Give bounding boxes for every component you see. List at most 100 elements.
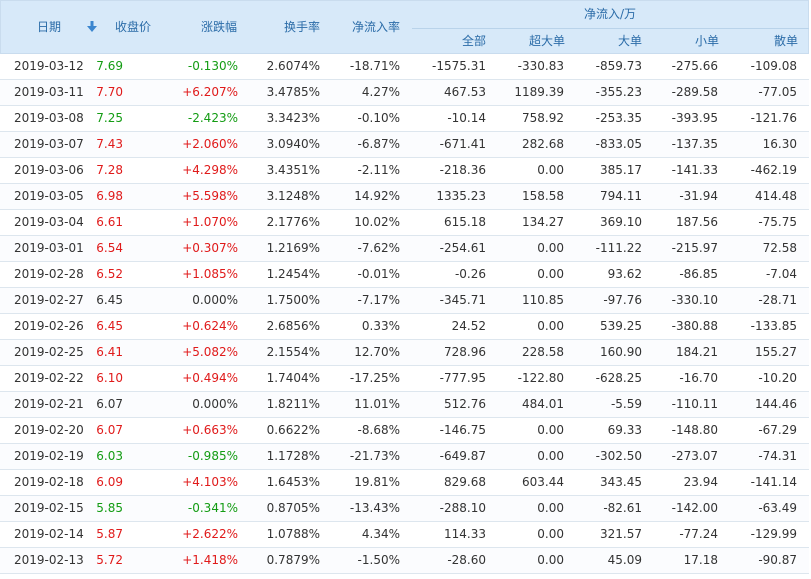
net-xl-cell: 228.58 <box>522 345 564 359</box>
net-l-cell: -82.61 <box>603 501 642 515</box>
table-row[interactable]: 2019-03-04 6.61 +1.070% 2.1776% 10.02% 615.18… <box>0 210 809 236</box>
net-r-cell: -462.19 <box>750 163 797 177</box>
table-row[interactable]: 2019-02-19 6.03 -0.985% 1.1728% -21.73% -649.… <box>0 444 809 470</box>
table-row[interactable]: 2019-02-14 5.87 +2.622% 1.0788% 4.34% 114.33 0… <box>0 522 809 548</box>
change-cell: +0.307% <box>182 241 238 255</box>
net-s-cell: -275.66 <box>671 59 718 73</box>
table-row[interactable]: 2019-02-28 6.52 +1.085% 1.2454% -0.01% -0.26 0… <box>0 262 809 288</box>
arrow-down-icon[interactable] <box>87 21 97 33</box>
date-cell: 2019-02-21 <box>14 397 84 411</box>
turnover-cell: 1.2454% <box>266 267 320 281</box>
col-all-header[interactable]: 全部 <box>462 34 486 48</box>
table-row[interactable]: 2019-02-25 6.41 +5.082% 2.1554% 12.70% 728.96… <box>0 340 809 366</box>
table-row[interactable]: 2019-03-07 7.43 +2.060% 3.0940% -6.87% -671.4… <box>0 132 809 158</box>
net-xl-cell: 0.00 <box>537 449 564 463</box>
close-cell: 7.70 <box>96 85 123 99</box>
net-s-cell: -330.10 <box>671 293 718 307</box>
net-l-cell: -5.59 <box>610 397 642 411</box>
net-r-cell: 414.48 <box>755 189 797 203</box>
close-cell: 6.61 <box>96 215 123 229</box>
net-rate-cell: 4.34% <box>361 527 400 541</box>
close-cell: 5.72 <box>96 553 123 567</box>
col-turnover-header[interactable]: 换手率 <box>284 20 320 34</box>
table-row[interactable]: 2019-02-18 6.09 +4.103% 1.6453% 19.81% 829.68… <box>0 470 809 496</box>
col-change-header[interactable]: 涨跌幅 <box>201 20 237 34</box>
close-cell: 7.43 <box>96 137 123 151</box>
net-r-cell: -129.99 <box>750 527 797 541</box>
col-r-header[interactable]: 散单 <box>774 34 798 48</box>
table-row[interactable]: 2019-02-20 6.07 +0.663% 0.6622% -8.68% -146.7… <box>0 418 809 444</box>
net-r-cell: -10.20 <box>758 371 797 385</box>
turnover-cell: 3.4785% <box>266 85 320 99</box>
net-rate-cell: -2.11% <box>357 163 400 177</box>
turnover-cell: 3.3423% <box>266 111 320 125</box>
change-cell: +1.070% <box>182 215 238 229</box>
turnover-cell: 2.1554% <box>266 345 320 359</box>
net-s-cell: -148.80 <box>671 423 718 437</box>
table-row[interactable]: 2019-02-21 6.07 0.000% 1.8211% 11.01% 512.76 4… <box>0 392 809 418</box>
col-close-header[interactable]: 收盘价 <box>115 20 151 34</box>
date-cell: 2019-03-06 <box>14 163 84 177</box>
table-row[interactable]: 2019-02-13 5.72 +1.418% 0.7879% -1.50% -28.60… <box>0 548 809 574</box>
net-all-cell: 467.53 <box>444 85 486 99</box>
net-r-cell: 72.58 <box>762 241 797 255</box>
net-xl-cell: 282.68 <box>522 137 564 151</box>
net-s-cell: -77.24 <box>679 527 718 541</box>
net-rate-cell: 14.92% <box>354 189 400 203</box>
date-cell: 2019-02-28 <box>14 267 84 281</box>
net-xl-cell: -330.83 <box>517 59 564 73</box>
col-date-header[interactable]: 日期 <box>37 20 61 34</box>
change-cell: +0.624% <box>182 319 238 333</box>
net-xl-cell: 0.00 <box>537 501 564 515</box>
net-l-cell: -97.76 <box>603 293 642 307</box>
net-r-cell: -28.71 <box>758 293 797 307</box>
table-row[interactable]: 2019-03-11 7.70 +6.207% 3.4785% 4.27% 467.53 1… <box>0 80 809 106</box>
table-row[interactable]: 2019-03-05 6.98 +5.598% 3.1248% 14.92% 1335.2… <box>0 184 809 210</box>
net-rate-cell: 0.33% <box>361 319 400 333</box>
col-net-rate-header[interactable]: 净流入率 <box>352 20 400 34</box>
net-s-cell: -86.85 <box>679 267 718 281</box>
col-l-header[interactable]: 大单 <box>618 34 642 48</box>
turnover-cell: 1.6453% <box>266 475 320 489</box>
table-row[interactable]: 2019-03-06 7.28 +4.298% 3.4351% -2.11% -218.3… <box>0 158 809 184</box>
net-r-cell: -74.31 <box>758 449 797 463</box>
table-row[interactable]: 2019-03-12 7.69 -0.130% 2.6074% -18.71% -1575… <box>0 54 809 80</box>
table-row[interactable]: 2019-03-01 6.54 +0.307% 1.2169% -7.62% -254.6… <box>0 236 809 262</box>
net-r-cell: -75.75 <box>758 215 797 229</box>
table-row[interactable]: 2019-02-26 6.45 +0.624% 2.6856% 0.33% 24.52 0.… <box>0 314 809 340</box>
date-cell: 2019-02-19 <box>14 449 84 463</box>
change-cell: +4.103% <box>182 475 238 489</box>
net-all-cell: -671.41 <box>439 137 486 151</box>
change-cell: 0.000% <box>192 293 238 307</box>
table-row[interactable]: 2019-03-08 7.25 -2.423% 3.3423% -0.10% -10.14… <box>0 106 809 132</box>
net-l-cell: 93.62 <box>607 267 642 281</box>
net-r-cell: 155.27 <box>755 345 797 359</box>
change-cell: +5.598% <box>182 189 238 203</box>
close-cell: 6.52 <box>96 267 123 281</box>
net-rate-cell: -8.68% <box>357 423 400 437</box>
net-s-cell: 187.56 <box>676 215 718 229</box>
date-cell: 2019-03-05 <box>14 189 84 203</box>
table-row[interactable]: 2019-02-27 6.45 0.000% 1.7500% -7.17% -345.71… <box>0 288 809 314</box>
close-cell: 6.07 <box>96 423 123 437</box>
turnover-cell: 2.6074% <box>266 59 320 73</box>
net-all-cell: -146.75 <box>439 423 486 437</box>
net-r-cell: -121.76 <box>750 111 797 125</box>
change-cell: +4.298% <box>182 163 238 177</box>
net-rate-cell: -7.17% <box>357 293 400 307</box>
net-s-cell: -137.35 <box>671 137 718 151</box>
net-all-cell: -0.26 <box>454 267 486 281</box>
table-row[interactable]: 2019-02-22 6.10 +0.494% 1.7404% -17.25% -777.… <box>0 366 809 392</box>
table-row[interactable]: 2019-02-15 5.85 -0.341% 0.8705% -13.43% -288.… <box>0 496 809 522</box>
net-s-cell: 23.94 <box>683 475 718 489</box>
net-xl-cell: 0.00 <box>537 527 564 541</box>
date-cell: 2019-02-27 <box>14 293 84 307</box>
col-xl-header[interactable]: 超大单 <box>529 34 565 48</box>
close-cell: 6.09 <box>96 475 123 489</box>
col-s-header[interactable]: 小单 <box>695 34 719 48</box>
net-l-cell: -302.50 <box>595 449 642 463</box>
date-cell: 2019-02-25 <box>14 345 84 359</box>
date-cell: 2019-03-07 <box>14 137 84 151</box>
net-r-cell: -77.05 <box>758 85 797 99</box>
net-rate-cell: 12.70% <box>354 345 400 359</box>
